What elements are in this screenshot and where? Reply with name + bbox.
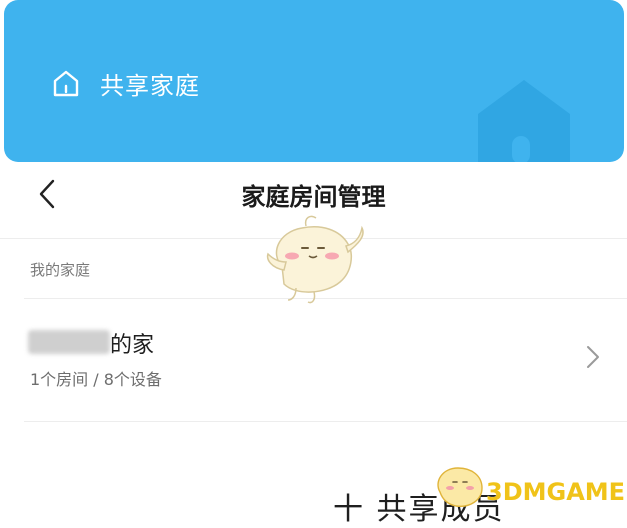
watermark-text: 3DMGAME (486, 478, 626, 506)
house-decoration-icon (478, 80, 570, 162)
chevron-right-icon (587, 346, 599, 368)
page-title: 家庭房间管理 (241, 183, 386, 211)
shared-family-banner[interactable]: 共享家庭 (4, 0, 624, 162)
family-room-device-count: 1个房间 / 8个设备 (30, 370, 162, 389)
mascot-logo-icon (437, 467, 483, 507)
redacted-family-name (28, 330, 110, 354)
family-name: 的家 (110, 333, 155, 358)
home-icon (53, 70, 79, 97)
family-list-item[interactable] (0, 300, 627, 420)
mascot-sticker-icon (266, 215, 364, 304)
row-divider (24, 421, 627, 422)
section-label: 我的家庭 (30, 261, 91, 279)
banner-title: 共享家庭 (100, 72, 200, 100)
